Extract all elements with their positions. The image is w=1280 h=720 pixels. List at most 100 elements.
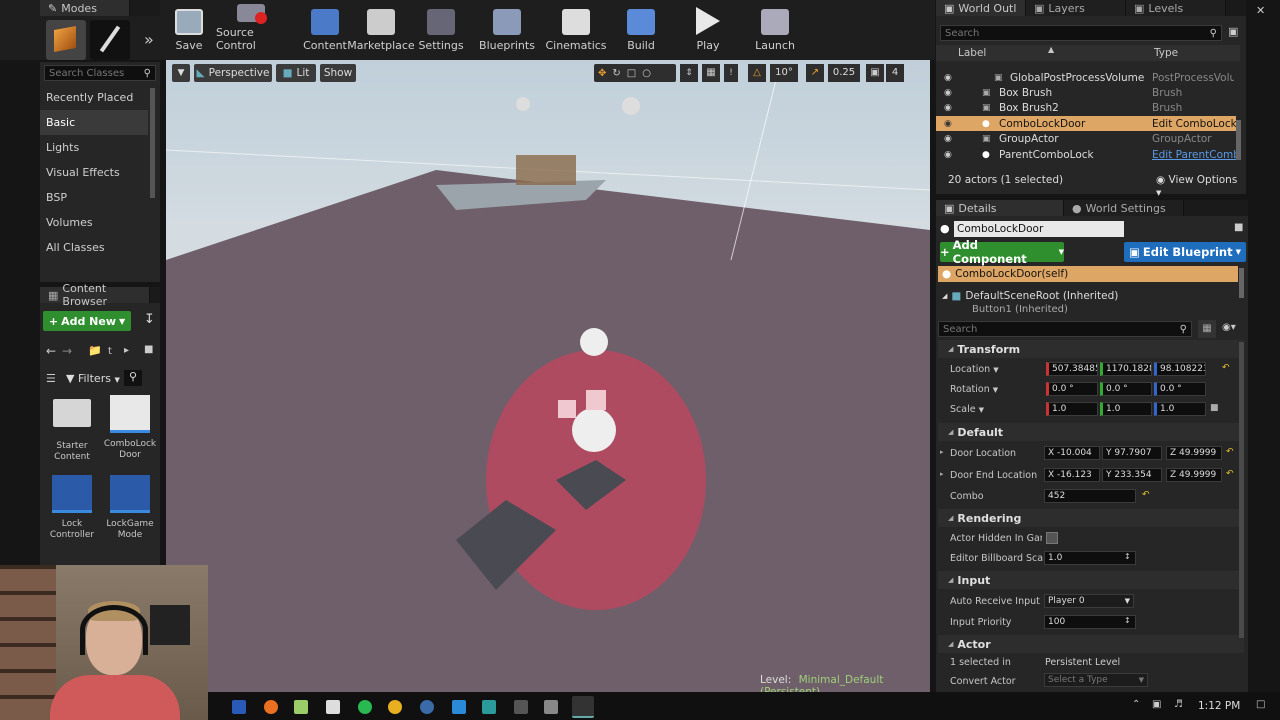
door-location-z-field[interactable]: Z 49.9999: [1166, 446, 1222, 460]
modes-scrollbar[interactable]: [150, 88, 155, 198]
location-label[interactable]: Location ▼: [950, 364, 999, 375]
angle-snap-value[interactable]: 10°: [770, 64, 798, 82]
edit-blueprint-button[interactable]: ▣ Edit Blueprint ▼: [1124, 242, 1246, 262]
grid-size-button[interactable]: !: [724, 64, 738, 82]
rotate-icon[interactable]: ↻: [612, 68, 620, 79]
outliner-scrollbar[interactable]: [1236, 120, 1241, 160]
outliner-row-groupactor[interactable]: ◉ ▣ GroupActor GroupActor: [936, 131, 1236, 146]
grid-snap-icon[interactable]: ▦: [702, 64, 720, 82]
rotation-z-field[interactable]: 0.0 °: [1154, 382, 1206, 396]
tab-levels[interactable]: ▣ Levels: [1126, 0, 1226, 16]
door-location-y-field[interactable]: Y 97.7907: [1102, 446, 1162, 460]
outliner-search-input[interactable]: Search ⚲: [940, 25, 1222, 41]
play-button[interactable]: Play: [675, 4, 741, 52]
camera-speed-icon[interactable]: ▣: [866, 64, 884, 82]
category-visual-effects[interactable]: Visual Effects: [40, 160, 148, 185]
billboard-scale-field[interactable]: 1.0: [1044, 551, 1136, 565]
scale-z-field[interactable]: 1.0: [1154, 402, 1206, 416]
add-component-button[interactable]: + Add Component ▼: [940, 238, 1064, 266]
outliner-row-combolockdoor[interactable]: ◉ ● ComboLockDoor Edit ComboLock: [936, 116, 1236, 131]
blueprints-button[interactable]: Blueprints: [474, 4, 540, 52]
path-chevron-icon[interactable]: ▸: [124, 345, 129, 356]
section-default[interactable]: Default: [938, 423, 1244, 441]
category-bsp[interactable]: BSP: [40, 185, 148, 210]
asset-lock-controller[interactable]: Lock Controller: [44, 475, 100, 547]
visibility-eye-icon[interactable]: ◉: [944, 134, 952, 144]
input-priority-field[interactable]: 100: [1044, 615, 1136, 629]
folder-path-icon[interactable]: 📁: [88, 344, 102, 357]
category-lights[interactable]: Lights: [40, 135, 148, 160]
launch-button[interactable]: Launch: [742, 4, 808, 52]
asset-combolock-door[interactable]: ComboLock Door: [102, 395, 158, 467]
show-button[interactable]: Show: [320, 64, 356, 82]
visibility-eye-icon[interactable]: ◉: [944, 88, 952, 98]
build-button[interactable]: Build: [608, 4, 674, 52]
outliner-row-globalpostprocess[interactable]: ◉ ▣ GlobalPostProcessVolume PostProcessV…: [936, 70, 1236, 85]
epic-launcher-icon[interactable]: [544, 700, 558, 714]
level-viewport[interactable]: ▼ ◣ Perspective ■ Lit Show ✥ ↻ □ ○ ⇕ ▦ !…: [166, 60, 930, 692]
outliner-row-box-brush[interactable]: ◉ ▣ Box Brush Brush: [936, 85, 1236, 100]
lock-icon[interactable]: ■: [144, 344, 153, 355]
category-all-classes[interactable]: All Classes: [40, 235, 148, 260]
maximize-viewport-icon[interactable]: □: [910, 66, 919, 77]
paint-mode-icon[interactable]: [90, 20, 130, 60]
search-classes-input[interactable]: Search Classes ⚲: [44, 65, 156, 81]
property-matrix-icon[interactable]: ▦: [1198, 320, 1216, 338]
col-label[interactable]: Label: [958, 47, 986, 59]
lit-button[interactable]: ■ Lit: [276, 64, 316, 82]
save-button[interactable]: Save: [156, 4, 222, 52]
back-arrow-icon[interactable]: ←: [46, 344, 56, 358]
blender-icon[interactable]: [264, 700, 278, 714]
perspective-button[interactable]: ◣ Perspective: [194, 64, 272, 82]
word-icon[interactable]: [232, 700, 246, 714]
translate-icon[interactable]: ✥: [598, 68, 606, 79]
scale-icon[interactable]: □: [627, 68, 636, 79]
settings-button[interactable]: Settings: [408, 4, 474, 52]
add-new-button[interactable]: + Add New ▼: [43, 311, 131, 331]
visibility-eye-icon[interactable]: ◉: [944, 119, 952, 129]
angle-snap-icon[interactable]: △: [748, 64, 766, 82]
input-priority-spin-icon[interactable]: ↕: [1124, 616, 1131, 625]
section-input[interactable]: Input: [938, 571, 1244, 589]
sources-toggle-icon[interactable]: ☰: [46, 372, 56, 385]
convert-actor-select[interactable]: Select a Type ▼: [1044, 673, 1148, 687]
door-end-location-expand-icon[interactable]: ▸: [940, 470, 944, 478]
chrome-icon[interactable]: [388, 700, 402, 714]
scale-snap-value[interactable]: 0.25: [828, 64, 860, 82]
auto-receive-input-select[interactable]: Player 0 ▼: [1044, 594, 1134, 608]
scale-y-field[interactable]: 1.0: [1100, 402, 1152, 416]
rotation-y-field[interactable]: 0.0 °: [1100, 382, 1152, 396]
volume-icon[interactable]: ♬: [1174, 699, 1183, 710]
outliner-add-icon[interactable]: ▣: [1228, 25, 1238, 38]
modes-tab[interactable]: ✎ Modes: [40, 0, 130, 16]
tool-icon[interactable]: [514, 700, 528, 714]
obs-icon[interactable]: [482, 700, 496, 714]
door-end-location-x-field[interactable]: X -16.123: [1044, 468, 1100, 482]
spotify-icon[interactable]: [358, 700, 372, 714]
viewport-options-button[interactable]: ▼: [172, 64, 190, 82]
place-mode-icon[interactable]: [46, 20, 86, 60]
surface-snap-icon[interactable]: ⇕: [680, 64, 698, 82]
category-basic[interactable]: Basic: [40, 110, 148, 135]
scale-x-field[interactable]: 1.0: [1046, 402, 1098, 416]
asset-search-icon[interactable]: ⚲: [124, 370, 142, 386]
visibility-eye-icon[interactable]: ◉: [944, 103, 952, 113]
source-control-button[interactable]: Source Control: [216, 4, 286, 52]
actor-name-input[interactable]: ComboLockDoor: [954, 221, 1124, 237]
rotation-x-field[interactable]: 0.0 °: [1046, 382, 1098, 396]
component-default-scene-root[interactable]: ◢ ■ DefaultSceneRoot (Inherited): [938, 288, 1238, 304]
tab-details[interactable]: ▣ Details: [936, 200, 1064, 216]
tray-chevron-icon[interactable]: ⌃: [1132, 699, 1140, 710]
reset-location-icon[interactable]: ↶: [1222, 363, 1230, 373]
asset-lockgame-mode[interactable]: LockGame Mode: [102, 475, 158, 547]
col-type[interactable]: Type: [1154, 47, 1178, 59]
notepad-icon[interactable]: [294, 700, 308, 714]
location-z-field[interactable]: 98.108223: [1154, 362, 1206, 376]
reset-door-location-icon[interactable]: ↶: [1226, 447, 1234, 457]
world-local-icon[interactable]: ○: [642, 68, 651, 79]
door-end-location-y-field[interactable]: Y 233.354: [1102, 468, 1162, 482]
path-segment[interactable]: t: [108, 346, 112, 357]
section-actor[interactable]: Actor: [938, 635, 1244, 653]
asset-starter-content[interactable]: Starter Content: [44, 395, 100, 467]
tab-world-outliner[interactable]: ▣ World Outliner: [936, 0, 1026, 16]
